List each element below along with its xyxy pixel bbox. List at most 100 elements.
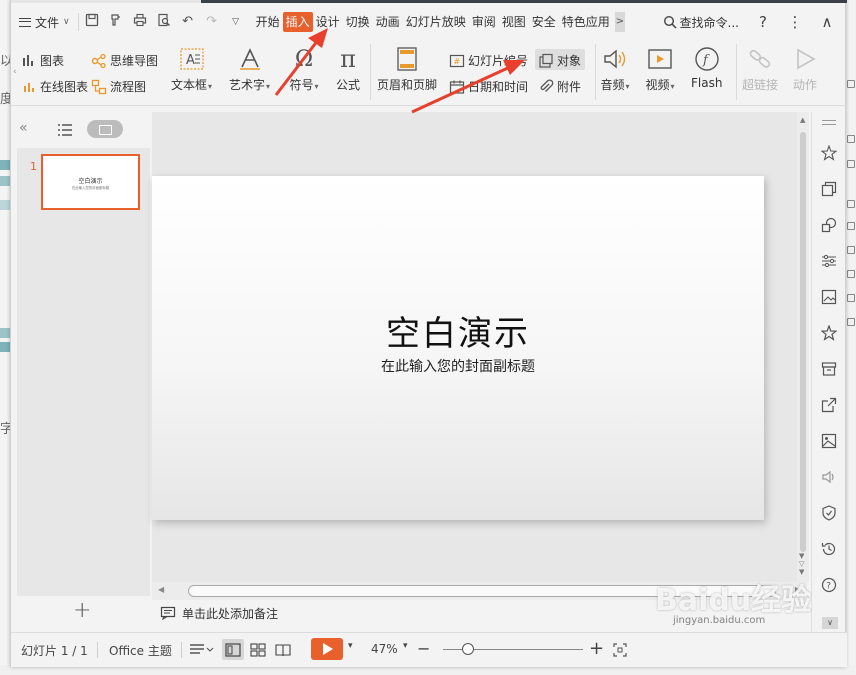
notes-toggle-icon[interactable]	[189, 643, 215, 660]
mind-map-icon	[91, 53, 106, 68]
online-chart-label: 在线图表	[40, 80, 89, 94]
tab-transitions[interactable]: 切换	[343, 12, 373, 32]
ribbon-scroll-left-icon[interactable]: ‹	[13, 67, 17, 77]
vertical-scroll-thumb[interactable]	[800, 132, 806, 552]
svg-text:?: ?	[826, 582, 831, 592]
slide-thumbnail[interactable]: 空白演示 在此输入您的封面副标题	[41, 154, 140, 210]
print-icon[interactable]	[131, 13, 149, 31]
play-slideshow-button[interactable]	[311, 638, 343, 660]
zoom-level[interactable]: 47%	[371, 642, 398, 656]
status-separator	[181, 642, 182, 658]
redo-icon[interactable]: ↷	[203, 13, 221, 31]
audio-button[interactable]: 音频▾	[600, 44, 630, 93]
scroll-left-icon[interactable]: ◀	[158, 585, 164, 594]
attachment-button[interactable]: 附件	[538, 78, 581, 95]
zoom-out-button[interactable]: −	[417, 639, 430, 658]
rail-collapse-icon[interactable]: ∨	[822, 617, 838, 629]
tab-insert[interactable]: 插入	[282, 12, 313, 32]
file-menu[interactable]: 文件 ∨	[11, 10, 78, 34]
ribbon-tabs: 开始 插入 设计 切换 动画 幻灯片放映 审阅 视图 安全 特色应用 >	[253, 12, 625, 32]
scroll-down-icon[interactable]: ▼ ▽ ▼	[799, 552, 804, 576]
favorite-star-icon[interactable]	[820, 324, 838, 342]
slide-sorter-icon[interactable]	[250, 643, 266, 660]
tab-review[interactable]: 审阅	[469, 12, 499, 32]
fit-to-window-icon[interactable]	[613, 643, 627, 660]
archive-box-icon[interactable]	[820, 360, 838, 378]
outline-view-icon[interactable]	[57, 123, 73, 137]
tab-slideshow[interactable]: 幻灯片放映	[403, 12, 469, 32]
tab-animations[interactable]: 动画	[373, 12, 403, 32]
tab-view[interactable]: 视图	[499, 12, 529, 32]
hyperlink-button[interactable]: 超链接	[742, 44, 778, 93]
adjust-sliders-icon[interactable]	[820, 252, 838, 270]
zoom-in-button[interactable]: +	[589, 638, 604, 659]
formula-button[interactable]: π 公式	[333, 44, 363, 93]
chart-button[interactable]: 图表	[21, 52, 64, 69]
vertical-scrollbar[interactable]: ▲ ▼ ▽ ▼	[797, 112, 809, 582]
reading-view-icon[interactable]	[275, 643, 291, 660]
sound-icon[interactable]	[820, 468, 838, 486]
tab-home[interactable]: 开始	[253, 12, 283, 32]
symbol-button[interactable]: Ω 符号▾	[289, 44, 319, 93]
formula-label: 公式	[335, 78, 360, 92]
tab-design[interactable]: 设计	[313, 12, 343, 32]
action-button[interactable]: 动作	[790, 44, 820, 93]
art-text-button[interactable]: 艺术字▾	[229, 44, 270, 93]
collapse-panel-icon[interactable]: «	[19, 120, 28, 136]
magic-star-icon[interactable]	[820, 144, 838, 162]
slide-number-label: 幻灯片编号	[468, 54, 529, 68]
shapes-icon[interactable]	[820, 216, 838, 234]
chevron-down-icon: ∨	[63, 17, 70, 27]
print-preview-icon[interactable]	[155, 13, 173, 31]
online-chart-icon	[24, 82, 34, 92]
copy-layers-icon[interactable]	[820, 180, 838, 198]
slide-title[interactable]: 空白演示	[152, 306, 764, 355]
online-chart-button[interactable]: 在线图表	[21, 78, 88, 95]
flash-button[interactable]: f Flash	[691, 44, 722, 90]
history-icon[interactable]	[820, 540, 838, 558]
format-painter-icon[interactable]	[107, 13, 125, 31]
collapse-ribbon-icon[interactable]: ∧	[819, 13, 835, 31]
slide-number-button[interactable]: # 幻灯片编号	[449, 52, 528, 69]
hyperlink-label: 超链接	[742, 78, 779, 92]
notes-icon	[160, 606, 176, 620]
object-button[interactable]: 对象	[538, 52, 581, 69]
thumbnail-view-toggle[interactable]	[87, 120, 123, 138]
slide-canvas[interactable]: 空白演示 在此输入您的封面副标题	[152, 176, 764, 520]
tab-featured-apps[interactable]: 特色应用	[559, 12, 613, 32]
more-tabs-button[interactable]: >	[614, 12, 625, 32]
undo-icon[interactable]: ↶	[179, 13, 197, 31]
header-footer-button[interactable]: 页眉和页脚	[377, 44, 437, 93]
play-options-chevron-icon[interactable]: ▾	[348, 641, 353, 651]
shield-icon[interactable]	[820, 504, 838, 522]
audio-label: 音频	[600, 78, 625, 92]
normal-view-icon[interactable]	[225, 643, 241, 660]
calendar-icon	[449, 80, 465, 94]
theme-name[interactable]: Office 主题	[109, 642, 172, 659]
add-slide-button[interactable]: +	[73, 598, 91, 623]
text-box-button[interactable]: A 文本框▾	[171, 44, 212, 93]
video-button[interactable]: 视频▾	[645, 44, 675, 93]
image-icon[interactable]	[820, 432, 838, 450]
ribbon-separator	[370, 44, 371, 100]
mind-map-button[interactable]: 思维导图	[91, 52, 158, 69]
date-time-button[interactable]: 日期和时间	[449, 78, 528, 95]
share-export-icon[interactable]	[820, 396, 838, 414]
zoom-dropdown-icon[interactable]: ▾	[403, 641, 408, 651]
paperclip-icon	[540, 78, 554, 92]
save-icon[interactable]	[83, 13, 101, 31]
picture-gallery-icon[interactable]	[820, 288, 838, 306]
scroll-up-icon[interactable]: ▲	[800, 116, 805, 124]
watermark-url: jingyan.baidu.com	[673, 615, 766, 626]
zoom-slider-handle[interactable]	[462, 643, 474, 655]
command-search[interactable]: 查找命令...	[663, 14, 739, 31]
help-icon[interactable]: ?	[755, 13, 771, 31]
customize-qat-icon[interactable]: ▽	[227, 13, 245, 31]
more-options-icon[interactable]: ⋮	[787, 13, 803, 31]
menu-right-controls: 查找命令... ? ⋮ ∧	[663, 6, 835, 38]
tab-security[interactable]: 安全	[529, 12, 559, 32]
grip-icon	[822, 120, 836, 125]
slide-subtitle[interactable]: 在此输入您的封面副标题	[152, 356, 764, 376]
help-circle-icon[interactable]: ?	[820, 576, 838, 594]
flowchart-button[interactable]: 流程图	[91, 78, 146, 95]
